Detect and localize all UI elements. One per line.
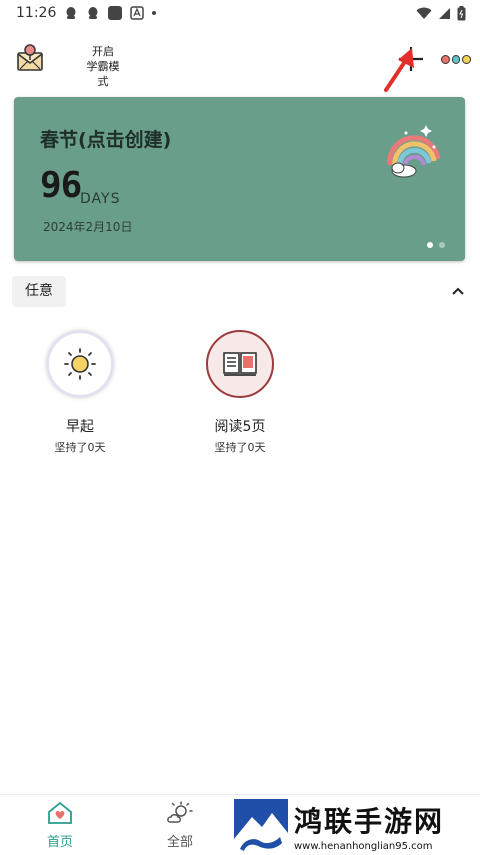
mode-label-line2: 学霸模式 <box>86 60 120 88</box>
signal-icon <box>439 8 450 19</box>
color-dot-teal <box>451 54 461 64</box>
nav-home-label: 首页 <box>46 835 73 850</box>
card-pager <box>427 242 445 248</box>
annotation-arrow-icon <box>384 48 414 92</box>
mode-label-line1: 开启 <box>92 45 114 58</box>
target-date: 2024年2月10日 <box>43 220 133 234</box>
study-mode-envelope-icon[interactable] <box>16 42 44 72</box>
theme-color-button[interactable] <box>441 53 472 65</box>
category-row: 任意 <box>12 276 468 308</box>
qq-notification-icon <box>88 7 98 19</box>
font-notification-icon <box>130 6 144 20</box>
app-notification-icon <box>108 6 122 20</box>
chevron-up-icon[interactable] <box>450 283 466 299</box>
color-dot-red <box>441 54 450 64</box>
site-watermark: 鸿联手游网 www.henanhonglian95.com <box>234 796 480 855</box>
rainbow-icon <box>387 125 441 178</box>
watermark-text: 鸿联手游网 www.henanhonglian95.com <box>294 800 444 852</box>
study-mode-toggle[interactable]: 开启 学霸模式 <box>82 44 124 89</box>
pager-dot-active <box>427 242 433 248</box>
battery-icon <box>457 6 466 21</box>
color-dot-yellow <box>462 54 472 64</box>
nav-all[interactable]: 全部 <box>150 801 210 850</box>
category-chip[interactable]: 任意 <box>12 276 66 307</box>
qq-notification-icon <box>66 7 76 19</box>
habit-icon-circle[interactable] <box>46 330 114 398</box>
days-count: 96 <box>40 165 82 206</box>
system-status-icons <box>416 6 466 21</box>
sun-cloud-icon <box>167 801 193 823</box>
pager-dot <box>439 242 445 248</box>
notification-icons <box>64 6 156 20</box>
habit-item[interactable]: 早起 坚持了0天 <box>25 330 135 455</box>
wifi-icon <box>416 7 432 19</box>
home-heart-icon <box>48 801 72 824</box>
status-bar: 11:26 <box>0 0 480 28</box>
book-icon <box>223 352 257 376</box>
habit-item[interactable]: 阅读5页 坚持了0天 <box>185 330 295 455</box>
status-time: 11:26 <box>16 5 57 21</box>
habit-name: 早起 <box>66 419 94 435</box>
habit-streak: 坚持了0天 <box>214 441 266 454</box>
watermark-logo-icon <box>234 798 288 853</box>
watermark-title: 鸿联手游网 <box>294 804 445 838</box>
days-unit: DAYS <box>80 191 121 207</box>
card-title[interactable]: 春节(点击创建) <box>40 125 171 152</box>
habit-streak: 坚持了0天 <box>54 441 106 454</box>
habit-name: 阅读5页 <box>214 419 266 435</box>
nav-home[interactable]: 首页 <box>30 801 90 850</box>
watermark-subtitle: www.henanhonglian95.com <box>294 840 433 852</box>
more-notifications-dot <box>152 11 156 15</box>
countdown-card[interactable]: 春节(点击创建) 96 DAYS 2024年2月10日 <box>14 97 465 261</box>
sun-icon <box>64 348 96 380</box>
habit-icon-circle[interactable] <box>206 330 274 398</box>
nav-all-label: 全部 <box>166 835 193 850</box>
